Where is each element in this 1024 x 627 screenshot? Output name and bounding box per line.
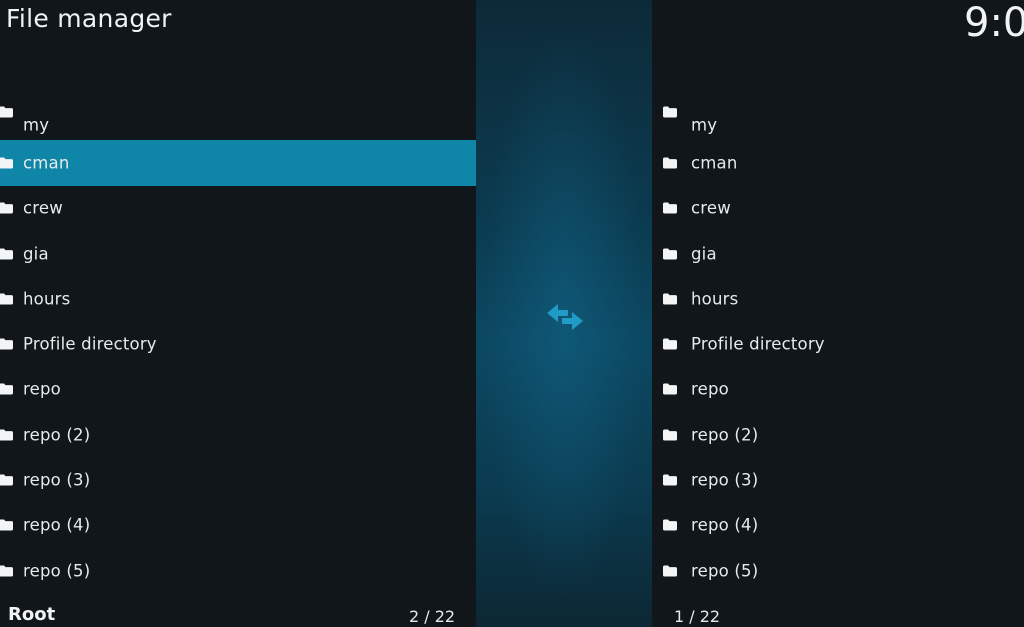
list-item[interactable]: repo (4) [652, 503, 1024, 548]
left-file-list: my cman crew gia hours Profile directory… [0, 95, 476, 593]
list-item[interactable]: gia [0, 231, 476, 276]
folder-icon [663, 565, 677, 577]
folder-icon [663, 383, 677, 395]
list-item[interactable]: Profile directory [0, 321, 476, 366]
list-item[interactable]: repo (4) [0, 503, 476, 548]
item-label: repo (4) [691, 515, 759, 535]
folder-icon [0, 248, 13, 260]
item-label: repo [23, 379, 61, 399]
list-item[interactable]: repo (2) [652, 412, 1024, 457]
item-label: crew [23, 198, 63, 218]
list-item[interactable]: my [652, 95, 1024, 140]
folder-icon [663, 293, 677, 305]
folder-icon [0, 519, 13, 531]
item-label: Profile directory [23, 334, 157, 354]
folder-icon [0, 202, 13, 214]
right-file-list: my cman crew gia hours Profile directory… [652, 95, 1024, 593]
list-item[interactable]: repo [652, 367, 1024, 412]
item-label: Profile directory [691, 334, 825, 354]
item-label: repo (4) [23, 515, 91, 535]
folder-icon [0, 474, 13, 486]
list-item[interactable]: gia [652, 231, 1024, 276]
left-item-count: 2 / 22 [409, 607, 456, 626]
item-label: gia [691, 244, 717, 264]
folder-icon [663, 429, 677, 441]
list-item[interactable]: repo (2) [0, 412, 476, 457]
folder-icon [663, 338, 677, 350]
folder-icon [0, 338, 13, 350]
item-label: my [23, 115, 50, 135]
folder-icon [0, 293, 13, 305]
item-label: my [691, 115, 718, 135]
folder-icon [663, 157, 677, 169]
item-label: repo (5) [691, 561, 759, 581]
folder-icon [663, 474, 677, 486]
folder-icon [0, 383, 13, 395]
list-item[interactable]: crew [0, 186, 476, 231]
item-label: cman [691, 153, 738, 173]
item-label: hours [23, 289, 71, 309]
folder-icon [0, 429, 13, 441]
item-label: repo (2) [691, 425, 759, 445]
list-item[interactable]: Profile directory [652, 321, 1024, 366]
list-item[interactable]: repo (5) [0, 548, 476, 593]
list-item-selected[interactable]: cman [0, 140, 476, 186]
path-label: Root [8, 604, 56, 625]
left-pane: my cman crew gia hours Profile directory… [0, 95, 476, 627]
item-label: repo (5) [23, 561, 91, 581]
list-item[interactable]: repo [0, 367, 476, 412]
item-label: gia [23, 244, 49, 264]
item-label: repo (3) [691, 470, 759, 490]
item-label: repo (3) [23, 470, 91, 490]
folder-icon [663, 202, 677, 214]
folder-icon [663, 106, 677, 118]
folder-icon [0, 157, 13, 169]
window-title: File manager [6, 4, 172, 33]
list-item[interactable]: cman [652, 140, 1024, 185]
swap-arrows-icon[interactable] [544, 300, 586, 334]
folder-icon [663, 519, 677, 531]
item-label: crew [691, 198, 731, 218]
list-item[interactable]: repo (3) [0, 457, 476, 502]
right-pane: my cman crew gia hours Profile directory… [652, 95, 1024, 627]
right-item-count: 1 / 22 [674, 607, 721, 626]
folder-icon [663, 248, 677, 260]
list-item[interactable]: my [0, 95, 476, 140]
list-item[interactable]: crew [652, 186, 1024, 231]
list-item[interactable]: hours [0, 276, 476, 321]
folder-icon [0, 565, 13, 577]
item-label: hours [691, 289, 739, 309]
clock: 9:0 [964, 0, 1024, 46]
item-label: cman [23, 153, 70, 173]
list-item[interactable]: hours [652, 276, 1024, 321]
list-item[interactable]: repo (5) [652, 548, 1024, 593]
item-label: repo (2) [23, 425, 91, 445]
list-item[interactable]: repo (3) [652, 457, 1024, 502]
item-label: repo [691, 379, 729, 399]
folder-icon [0, 106, 13, 118]
